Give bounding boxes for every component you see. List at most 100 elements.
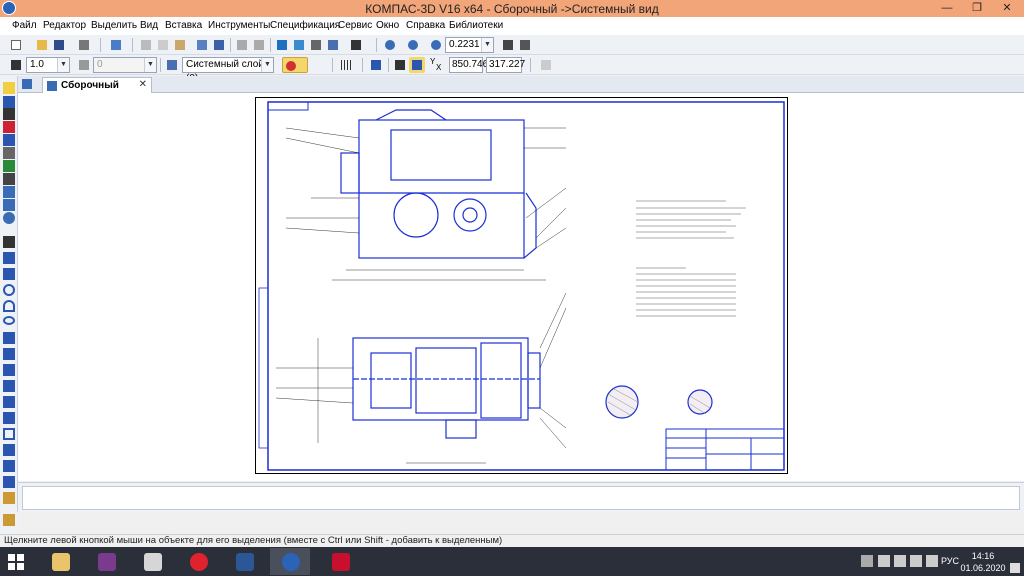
print-button[interactable]	[76, 37, 92, 53]
minimize-button[interactable]: —	[932, 0, 962, 17]
maximize-button[interactable]: ❐	[962, 0, 992, 17]
menu-insert[interactable]: Вставка	[165, 20, 202, 31]
point-icon[interactable]	[3, 236, 15, 248]
coord-x-field[interactable]: 850.7460	[449, 57, 494, 73]
properties-button[interactable]	[211, 37, 227, 53]
step-combo[interactable]: 1.0 ▼	[26, 57, 70, 73]
close-button[interactable]: ✕	[992, 0, 1022, 17]
angle-combo[interactable]: 0 ▼	[93, 57, 157, 73]
nurbs-icon[interactable]	[3, 380, 15, 392]
menu-select[interactable]: Выделить	[91, 20, 137, 31]
measure-icon[interactable]	[3, 160, 15, 172]
function-button[interactable]	[308, 37, 324, 53]
polygon-icon[interactable]	[3, 444, 15, 456]
redo-button[interactable]	[251, 37, 267, 53]
taskbar-winrar[interactable]	[86, 548, 126, 575]
close-tab-icon[interactable]: ✕	[139, 79, 147, 90]
clock[interactable]: 14:16 01.06.2020	[955, 550, 1011, 574]
volume-tray-icon[interactable]	[926, 555, 938, 567]
round-button[interactable]	[409, 57, 425, 73]
display-tray-icon[interactable]	[910, 555, 922, 567]
ellipse-icon[interactable]	[3, 316, 15, 325]
taskbar-kompas[interactable]	[270, 548, 310, 575]
macro-icon[interactable]	[3, 492, 15, 504]
windows-start-icon[interactable]	[8, 554, 24, 570]
grid-button[interactable]	[338, 57, 354, 73]
layers-button[interactable]	[164, 57, 180, 73]
menu-tools[interactable]: Инструменты	[208, 20, 270, 31]
copy-button[interactable]	[155, 37, 171, 53]
refresh-button[interactable]	[517, 37, 533, 53]
segment-icon[interactable]	[3, 268, 15, 280]
new-document-button[interactable]	[8, 37, 24, 53]
reports-icon[interactable]	[3, 199, 15, 211]
ortho-button[interactable]	[392, 57, 408, 73]
help-pointer-button[interactable]	[348, 37, 364, 53]
format-painter-button[interactable]	[194, 37, 210, 53]
library-button[interactable]	[325, 37, 341, 53]
drawing-canvas[interactable]	[18, 93, 1024, 481]
hatch-icon[interactable]	[3, 460, 15, 472]
zoom-window-button[interactable]	[405, 37, 421, 53]
pan-button[interactable]	[500, 37, 516, 53]
battery-tray-icon[interactable]	[894, 555, 906, 567]
angle-button[interactable]	[76, 57, 92, 73]
step-button[interactable]	[8, 57, 24, 73]
style-icon[interactable]	[3, 514, 15, 526]
taskbar-autocad[interactable]	[320, 548, 360, 575]
save-button[interactable]	[51, 37, 67, 53]
disabled-tool-button[interactable]	[538, 57, 554, 73]
fillet-icon[interactable]	[3, 412, 15, 424]
manager-button[interactable]	[274, 37, 290, 53]
dimension-icon[interactable]	[3, 96, 15, 108]
menu-service[interactable]: Сервис	[338, 20, 372, 31]
snap-button[interactable]	[282, 57, 308, 73]
zoom-combo[interactable]: 0.2231 ▼	[445, 37, 494, 53]
polyline-icon[interactable]	[3, 348, 15, 360]
rectangle-icon[interactable]	[3, 428, 15, 440]
arc-icon[interactable]	[3, 300, 15, 312]
taskbar-word[interactable]	[224, 548, 264, 575]
user-tray-icon[interactable]	[861, 555, 873, 567]
command-input[interactable]	[22, 486, 1020, 510]
paste-button[interactable]	[172, 37, 188, 53]
coord-y-field[interactable]: 317.227	[486, 57, 525, 73]
spec-icon[interactable]	[3, 186, 15, 198]
geometry-icon[interactable]	[3, 82, 15, 94]
contour-icon[interactable]	[3, 476, 15, 488]
designation-icon[interactable]	[3, 108, 15, 120]
pin-icon[interactable]	[22, 79, 32, 89]
edit-icon[interactable]	[3, 121, 15, 133]
zoom-in-button[interactable]	[428, 37, 444, 53]
open-button[interactable]	[34, 37, 50, 53]
notifications-icon[interactable]	[1010, 563, 1020, 573]
aux-line-icon[interactable]	[3, 252, 15, 264]
menu-file[interactable]: Файл	[12, 20, 37, 31]
taskbar-explorer[interactable]	[40, 548, 80, 575]
parametrization-icon[interactable]	[3, 134, 15, 146]
menu-editor[interactable]: Редактор	[43, 20, 86, 31]
preview-button[interactable]	[108, 37, 124, 53]
select-icon[interactable]	[3, 173, 15, 185]
zoom-all-button[interactable]	[382, 37, 398, 53]
variables-button[interactable]	[291, 37, 307, 53]
undo-button[interactable]	[234, 37, 250, 53]
layer-combo[interactable]: Системный слой (0)▼	[182, 57, 274, 84]
local-cs-button[interactable]	[368, 57, 384, 73]
menu-help[interactable]: Справка	[406, 20, 445, 31]
text-icon[interactable]	[3, 147, 15, 159]
spline-icon[interactable]	[3, 332, 15, 344]
chamfer-icon[interactable]	[3, 396, 15, 408]
taskbar-paint[interactable]	[132, 548, 172, 575]
tab-assembly[interactable]: Сборочный ✕	[42, 77, 152, 93]
bezier-icon[interactable]	[3, 364, 15, 376]
insert-icon[interactable]	[3, 212, 15, 224]
menu-libraries[interactable]: Библиотеки	[449, 20, 503, 31]
cut-button[interactable]	[138, 37, 154, 53]
taskbar-opera[interactable]	[178, 548, 218, 575]
menu-view[interactable]: Вид	[140, 20, 158, 31]
menu-specification[interactable]: Спецификация	[270, 20, 340, 31]
network-tray-icon[interactable]	[878, 555, 890, 567]
drawing-sheet[interactable]	[255, 97, 788, 474]
circle-icon[interactable]	[3, 284, 15, 296]
